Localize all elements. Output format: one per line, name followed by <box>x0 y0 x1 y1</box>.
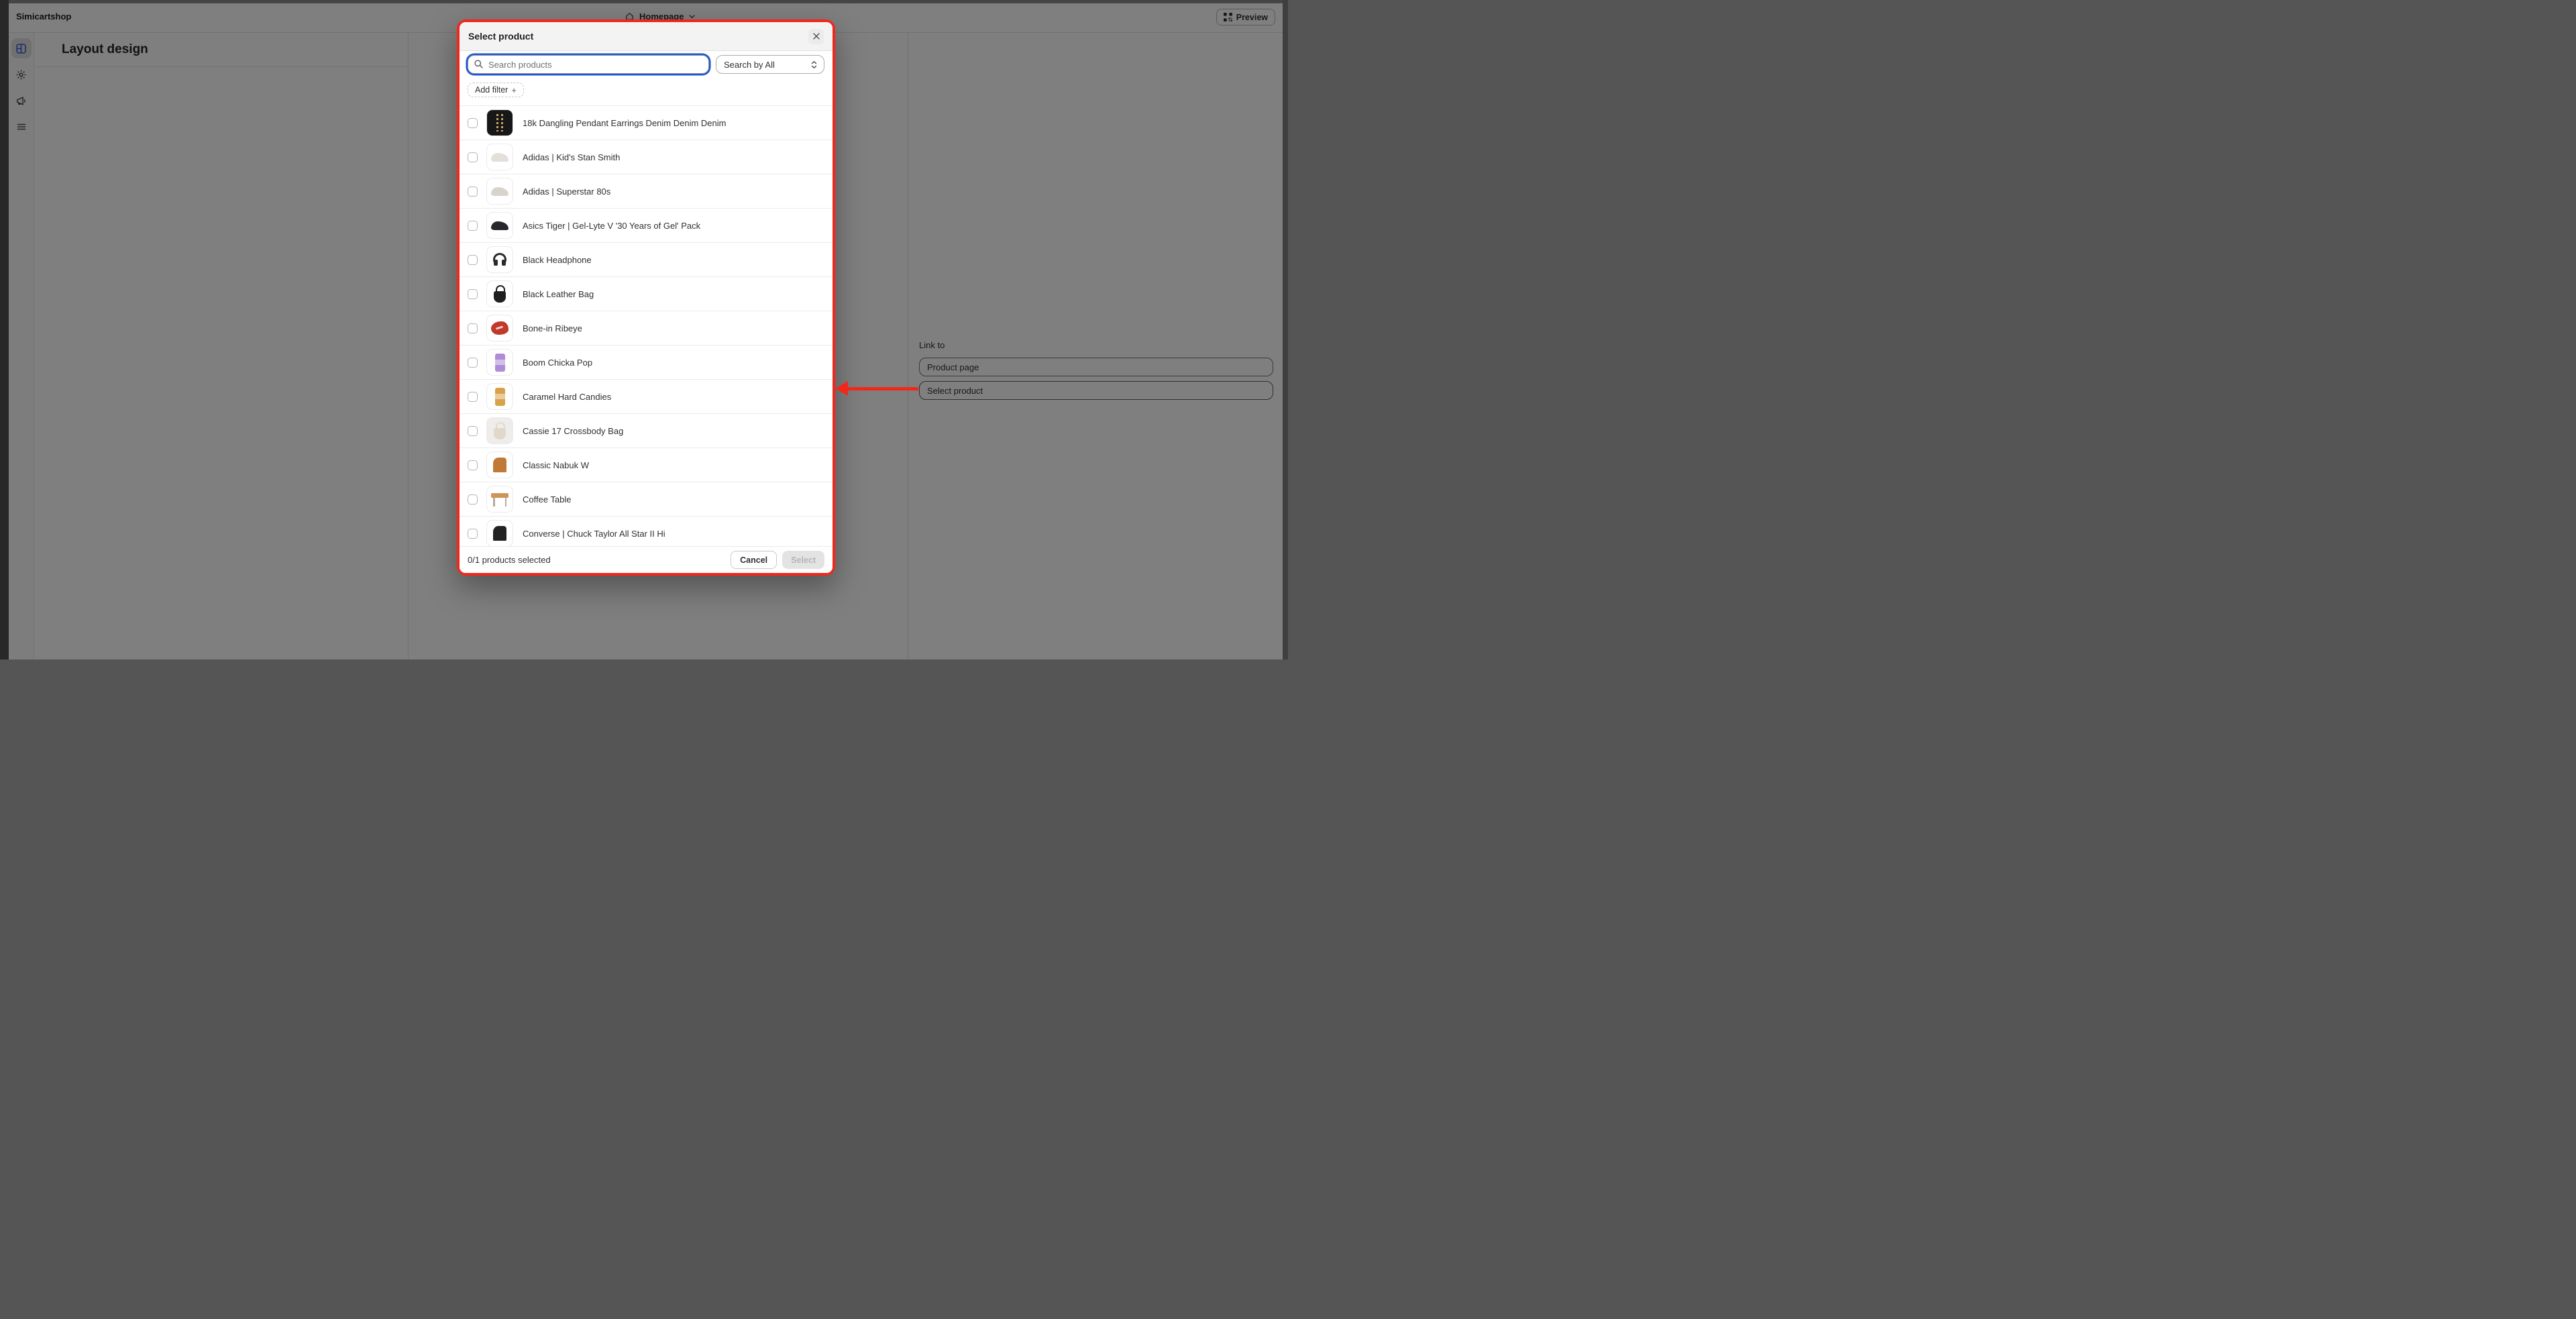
product-title: Boom Chicka Pop <box>523 358 592 368</box>
window-edge-top <box>0 0 1288 3</box>
product-checkbox[interactable] <box>468 289 478 299</box>
selection-summary: 0/1 products selected <box>468 555 551 565</box>
product-row[interactable]: Adidas | Superstar 80s <box>460 174 833 209</box>
product-title: Caramel Hard Candies <box>523 392 611 402</box>
product-title: Converse | Chuck Taylor All Star II Hi <box>523 529 665 539</box>
product-checkbox[interactable] <box>468 358 478 368</box>
product-title: Adidas | Superstar 80s <box>523 187 610 197</box>
product-thumbnail <box>486 246 513 273</box>
window-edge-right <box>1283 0 1288 660</box>
close-button[interactable] <box>808 29 824 44</box>
product-image <box>494 291 506 303</box>
product-image <box>493 526 506 541</box>
product-title: Classic Nabuk W <box>523 460 589 470</box>
product-checkbox[interactable] <box>468 221 478 231</box>
product-row[interactable]: Asics Tiger | Gel-Lyte V '30 Years of Ge… <box>460 209 833 243</box>
product-image <box>495 388 505 406</box>
product-checkbox[interactable] <box>468 323 478 333</box>
product-thumbnail <box>486 349 513 376</box>
window-edge-left <box>0 0 9 660</box>
product-thumbnail <box>486 417 513 444</box>
product-image <box>494 428 506 439</box>
product-row[interactable]: 18k Dangling Pendant Earrings Denim Deni… <box>460 106 833 140</box>
product-checkbox[interactable] <box>468 255 478 265</box>
product-thumbnail <box>486 383 513 410</box>
add-filter-button[interactable]: Add filter + <box>468 83 524 97</box>
search-by-select[interactable]: Search by All <box>716 55 824 74</box>
product-thumbnail <box>486 178 513 205</box>
add-filter-label: Add filter <box>475 85 508 95</box>
product-title: Black Headphone <box>523 255 592 265</box>
select-product-modal: Select product <box>460 22 833 573</box>
search-by-value: Search by All <box>724 60 775 70</box>
app-window: Simicartshop Homepage <box>0 0 1288 660</box>
product-row[interactable]: Classic Nabuk W <box>460 448 833 482</box>
product-thumbnail <box>486 280 513 307</box>
product-checkbox[interactable] <box>468 187 478 197</box>
product-row[interactable]: Caramel Hard Candies <box>460 380 833 414</box>
modal-controls: Search by All Add filter + <box>460 51 833 105</box>
product-row[interactable]: Boom Chicka Pop <box>460 346 833 380</box>
product-image <box>491 153 508 162</box>
product-thumbnail <box>486 212 513 239</box>
product-thumbnail <box>486 315 513 341</box>
product-row[interactable]: Cassie 17 Crossbody Bag <box>460 414 833 448</box>
product-checkbox[interactable] <box>468 529 478 539</box>
updown-chevron-icon <box>810 60 818 69</box>
product-title: Bone-in Ribeye <box>523 323 582 333</box>
product-image <box>495 114 504 131</box>
annotation-highlight-border: Select product <box>457 19 835 576</box>
select-button[interactable]: Select <box>782 551 824 569</box>
product-image <box>491 187 508 196</box>
modal-header: Select product <box>460 22 833 51</box>
product-checkbox[interactable] <box>468 426 478 436</box>
product-title: Asics Tiger | Gel-Lyte V '30 Years of Ge… <box>523 221 700 231</box>
product-thumbnail <box>486 109 513 136</box>
product-title: Adidas | Kid's Stan Smith <box>523 152 620 162</box>
search-input[interactable] <box>468 55 709 74</box>
product-row[interactable]: Bone-in Ribeye <box>460 311 833 346</box>
product-title: Coffee Table <box>523 494 572 505</box>
product-checkbox[interactable] <box>468 118 478 128</box>
product-row[interactable]: Adidas | Kid's Stan Smith <box>460 140 833 174</box>
product-thumbnail <box>486 144 513 170</box>
product-image <box>491 493 508 498</box>
product-thumbnail <box>486 486 513 513</box>
product-checkbox[interactable] <box>468 152 478 162</box>
product-row[interactable]: Black Leather Bag <box>460 277 833 311</box>
product-image <box>495 354 505 372</box>
product-checkbox[interactable] <box>468 392 478 402</box>
cancel-button[interactable]: Cancel <box>731 551 777 569</box>
search-icon <box>474 59 484 69</box>
product-checkbox[interactable] <box>468 460 478 470</box>
modal-title: Select product <box>468 31 533 42</box>
modal-footer: 0/1 products selected Cancel Select <box>460 546 833 573</box>
arrow-line <box>847 387 918 390</box>
product-image <box>491 221 508 230</box>
product-row[interactable]: Black Headphone <box>460 243 833 277</box>
product-title: 18k Dangling Pendant Earrings Denim Deni… <box>523 118 726 128</box>
product-image <box>493 253 506 266</box>
product-list[interactable]: 18k Dangling Pendant Earrings Denim Deni… <box>460 105 833 546</box>
product-title: Black Leather Bag <box>523 289 594 299</box>
product-image <box>491 321 508 335</box>
close-icon <box>812 32 820 40</box>
product-thumbnail <box>486 520 513 546</box>
product-thumbnail <box>486 452 513 478</box>
plus-icon: + <box>511 86 517 95</box>
product-row[interactable]: Converse | Chuck Taylor All Star II Hi <box>460 517 833 546</box>
product-row[interactable]: Coffee Table <box>460 482 833 517</box>
product-checkbox[interactable] <box>468 494 478 505</box>
product-image <box>493 458 506 472</box>
search-field <box>468 55 709 74</box>
product-title: Cassie 17 Crossbody Bag <box>523 426 623 436</box>
